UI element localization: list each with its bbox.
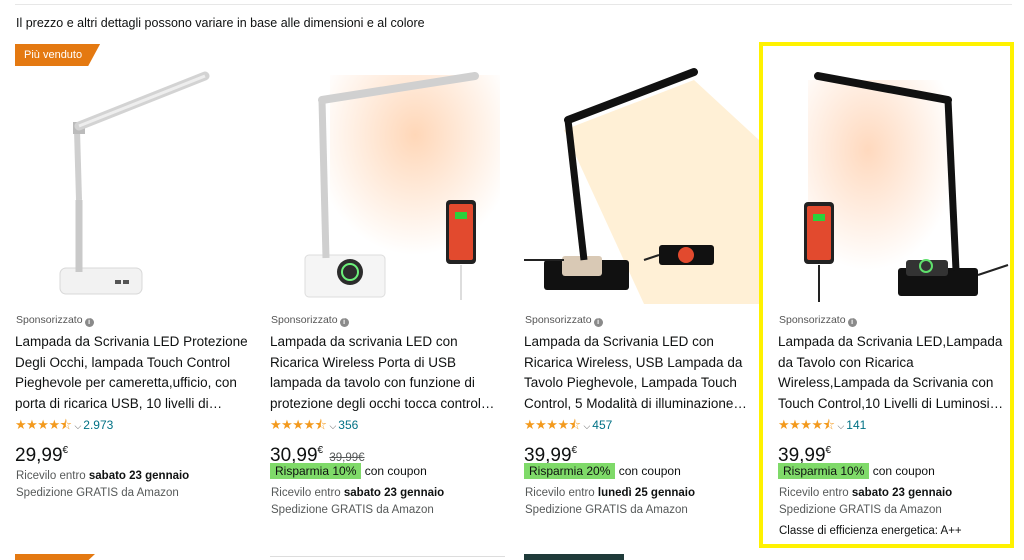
rating[interactable]: ★★★★⯪ ⌵ 141 — [778, 417, 866, 433]
shipping-info: Spedizione GRATIS da Amazon — [525, 504, 688, 516]
product-image-silver-lamp[interactable] — [15, 60, 250, 304]
star-rating-icon: ★★★★⯪ — [15, 417, 72, 432]
energy-class[interactable]: Classe di efficienza energetica: A++ — [779, 523, 962, 539]
chevron-down-icon[interactable]: ⌵ — [583, 421, 590, 431]
product-image-black-lamp-phone[interactable] — [778, 60, 1013, 304]
coupon-badge[interactable]: Risparmia 10% — [270, 463, 362, 479]
delivery-info: Ricevilo entro sabato 23 gennaio — [271, 487, 445, 499]
price[interactable]: 29,99€ — [15, 440, 68, 467]
rating[interactable]: ★★★★⯪ ⌵ 457 — [524, 417, 612, 433]
chevron-down-icon[interactable]: ⌵ — [74, 421, 81, 431]
sponsored-label: Sponsorizzato i — [779, 314, 857, 327]
product-card[interactable]: Sponsorizzato i Lampada da Scrivania LED … — [15, 60, 250, 540]
sponsored-label: Sponsorizzato i — [271, 314, 349, 327]
price-notice: Il prezzo e altri dettagli possono varia… — [16, 16, 425, 30]
sponsored-label: Sponsorizzato i — [525, 314, 603, 327]
coupon[interactable]: Risparmia 20% con coupon — [524, 463, 681, 479]
top-divider — [15, 4, 1012, 5]
product-title-link[interactable]: Lampada da Scrivania LED con Ricarica Wi… — [524, 332, 760, 414]
product-image-lamp-wireless[interactable] — [270, 60, 505, 304]
star-rating-icon: ★★★★⯪ — [270, 417, 327, 432]
product-card[interactable]: Sponsorizzato i Lampada da scrivania LED … — [270, 60, 505, 540]
product-title-link[interactable]: Lampada da scrivania LED con Ricarica Wi… — [270, 332, 506, 414]
delivery-info: Ricevilo entro lunedì 25 gennaio — [525, 487, 696, 499]
rating[interactable]: ★★★★⯪ ⌵ 2.973 — [15, 417, 113, 433]
delivery-info: Ricevilo entro sabato 23 gennaio — [779, 487, 953, 499]
shipping-info: Spedizione GRATIS da Amazon — [16, 487, 179, 499]
coupon[interactable]: Risparmia 10% con coupon — [270, 463, 427, 479]
next-row-divider — [270, 556, 505, 557]
star-rating-icon: ★★★★⯪ — [524, 417, 581, 432]
star-rating-icon: ★★★★⯪ — [778, 417, 835, 432]
rating-count-link[interactable]: 141 — [846, 418, 866, 432]
product-card[interactable]: Sponsorizzato i Lampada da Scrivania LED,… — [778, 60, 1013, 540]
chevron-down-icon[interactable]: ⌵ — [837, 421, 844, 431]
info-icon[interactable]: i — [84, 318, 94, 327]
shipping-info: Spedizione GRATIS da Amazon — [271, 504, 434, 516]
rating[interactable]: ★★★★⯪ ⌵ 356 — [270, 417, 358, 433]
shipping-info: Spedizione GRATIS da Amazon — [779, 504, 942, 516]
rating-count-link[interactable]: 356 — [338, 418, 358, 432]
rating-count-link[interactable]: 457 — [592, 418, 612, 432]
coupon-badge[interactable]: Risparmia 20% — [524, 463, 616, 479]
rating-count-link[interactable]: 2.973 — [83, 418, 113, 432]
info-icon[interactable]: i — [593, 318, 603, 327]
product-card[interactable]: Sponsorizzato i Lampada da Scrivania LED … — [524, 60, 759, 540]
sponsored-label: Sponsorizzato i — [16, 314, 94, 327]
next-row-badge — [524, 554, 624, 560]
info-icon[interactable]: i — [339, 318, 349, 327]
chevron-down-icon[interactable]: ⌵ — [329, 421, 336, 431]
product-title-link[interactable]: Lampada da Scrivania LED Protezione Degl… — [15, 332, 251, 414]
coupon[interactable]: Risparmia 10% con coupon — [778, 463, 935, 479]
coupon-badge[interactable]: Risparmia 10% — [778, 463, 870, 479]
next-row-badge — [15, 554, 95, 560]
delivery-info: Ricevilo entro sabato 23 gennaio — [16, 470, 190, 482]
product-image-black-lamp[interactable] — [524, 60, 759, 304]
product-title-link[interactable]: Lampada da Scrivania LED,Lampada da Tavo… — [778, 332, 1014, 414]
info-icon[interactable]: i — [847, 318, 857, 327]
